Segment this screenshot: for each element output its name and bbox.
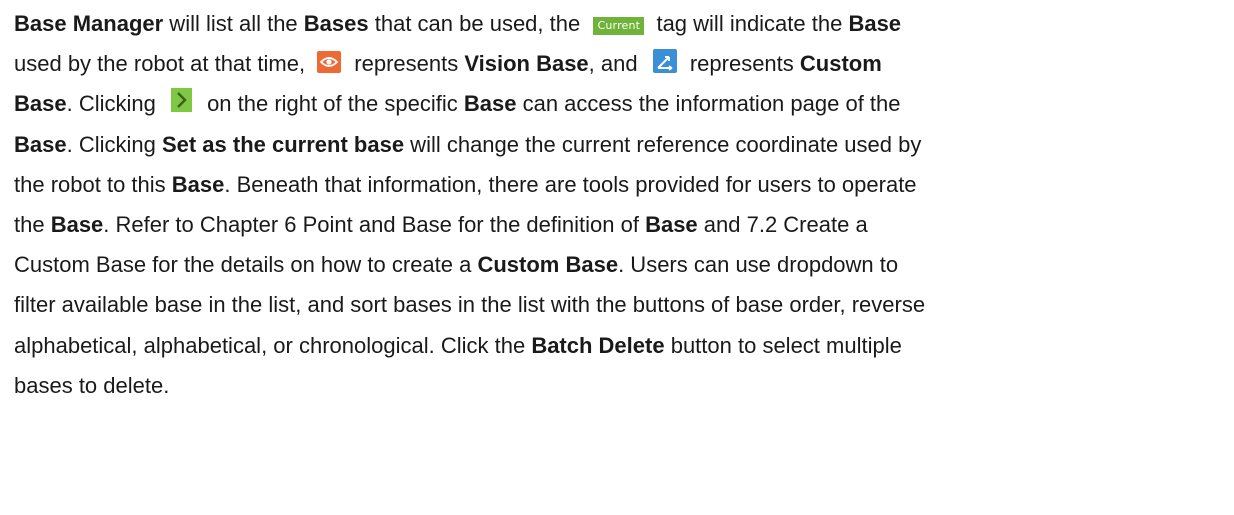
text-run: Custom Base for the details on how to cr…: [14, 252, 478, 278]
text-run: will list all the: [163, 11, 304, 36]
text-run: that can be used, the: [368, 11, 587, 36]
text-line-1: Base Manager will list all the Bases tha…: [14, 4, 1219, 44]
text-run: button to select multiple: [664, 332, 902, 358]
text-run: . Beneath that information, there are to…: [224, 171, 917, 197]
text-line-2: used by the robot at that time, represen…: [14, 44, 1219, 84]
text-line-7: Custom Base for the details on how to cr…: [14, 245, 1219, 285]
term-base: Base: [171, 171, 225, 197]
term-custom-base: Custom Base: [477, 252, 619, 278]
text-line-6: the Base. Refer to Chapter 6 Point and B…: [14, 205, 1219, 245]
text-run: on the right of the specific: [200, 91, 464, 117]
current-tag: Current: [593, 17, 645, 35]
text-line-3: Base. Clicking on the right of the speci…: [14, 84, 1219, 124]
text-run: alphabetical, alphabetical, or chronolog…: [14, 332, 532, 358]
text-run: . Refer to Chapter 6 Point and Base for …: [103, 211, 646, 237]
text-run: represents: [683, 51, 800, 77]
term-base: Base: [645, 211, 698, 237]
text-run: and 7.2 Create a: [697, 211, 868, 237]
text-line-9: alphabetical, alphabetical, or chronolog…: [14, 326, 1219, 366]
text-run: can access the information page of the: [516, 91, 901, 117]
term-base: Base: [463, 91, 517, 117]
text-run: . Clicking: [66, 91, 162, 117]
text-run: bases to delete.: [14, 372, 170, 398]
term-base: Base: [14, 131, 67, 157]
text-run: will change the current reference coordi…: [404, 131, 922, 157]
text-line-8: filter available base in the list, and s…: [14, 285, 1219, 325]
term-set-as-current-base: Set as the current base: [161, 131, 405, 157]
manual-paragraph: Base Manager will list all the Bases tha…: [14, 4, 1219, 406]
eye-icon: [317, 51, 342, 74]
text-run: the: [14, 211, 51, 237]
term-base: Base: [848, 11, 902, 36]
text-run: the robot to this: [14, 171, 172, 197]
text-run: . Users can use dropdown to: [618, 252, 899, 278]
text-run: , and: [588, 51, 644, 77]
text-line-10: bases to delete.: [14, 366, 1219, 406]
term-custom: Custom: [799, 51, 882, 77]
chevron-right-icon: [170, 88, 192, 113]
custom-base-icon: [652, 49, 677, 74]
text-line-4: Base. Clicking Set as the current base w…: [14, 125, 1219, 165]
text-run: tag will indicate the: [650, 11, 849, 36]
text-run: used by the robot at that time,: [14, 51, 312, 77]
text-run: filter available base in the list, and s…: [14, 292, 926, 318]
term-bases: Bases: [303, 11, 369, 36]
term-base: Base: [50, 211, 104, 237]
term-base-manager: Base Manager: [14, 11, 164, 36]
text-run: represents: [348, 51, 465, 77]
text-run: . Clicking: [66, 131, 162, 157]
term-vision-base: Vision Base: [464, 51, 589, 77]
term-batch-delete: Batch Delete: [531, 332, 665, 358]
term-base: Base: [14, 91, 67, 117]
text-line-5: the robot to this Base. Beneath that inf…: [14, 165, 1219, 205]
